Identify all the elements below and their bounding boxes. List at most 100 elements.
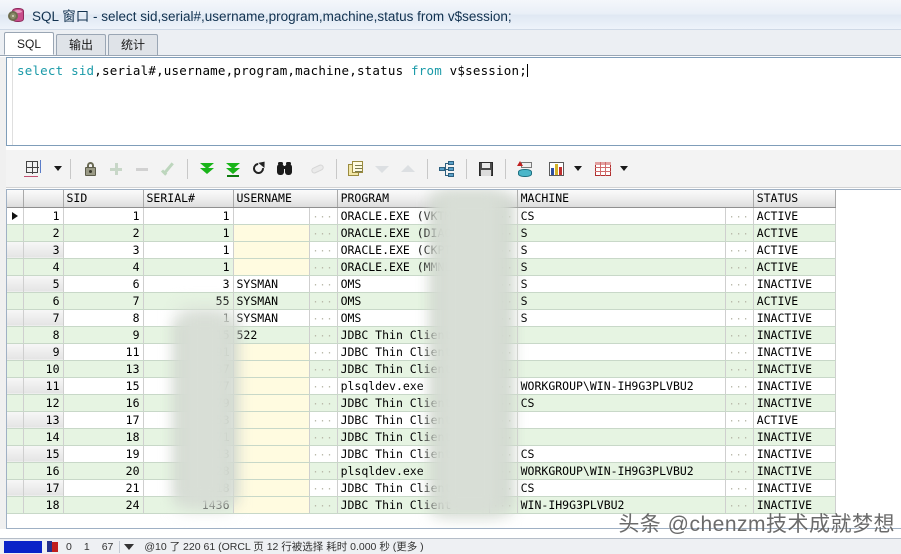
- cell-serial[interactable]: 31179: [143, 394, 234, 412]
- row-number[interactable]: 1: [23, 207, 64, 225]
- rownum-header[interactable]: [23, 190, 64, 208]
- cell-machine[interactable]: CS: [517, 394, 726, 412]
- grid-corner[interactable]: [7, 190, 24, 208]
- row-indicator[interactable]: [7, 326, 24, 344]
- row-indicator[interactable]: [7, 360, 24, 378]
- cell-machine-overflow[interactable]: ···: [725, 343, 754, 361]
- row-number[interactable]: 17: [23, 479, 64, 497]
- cell-username[interactable]: [233, 411, 310, 429]
- cell-serial[interactable]: 1: [143, 258, 234, 276]
- cell-machine-overflow[interactable]: ···: [725, 241, 754, 259]
- cell-serial[interactable]: 3971: [143, 428, 234, 446]
- column-header-program[interactable]: PROGRAM: [337, 190, 518, 208]
- grid-size-dropdown[interactable]: [50, 156, 64, 182]
- cell-program[interactable]: plsqldev.exe: [337, 462, 490, 480]
- cell-username[interactable]: [233, 258, 310, 276]
- cell-program-overflow[interactable]: ···: [489, 343, 518, 361]
- row-indicator[interactable]: [7, 411, 24, 429]
- row-number[interactable]: 2: [23, 224, 64, 242]
- cell-program[interactable]: OMS: [337, 309, 490, 327]
- cell-program[interactable]: ORACLE.EXE (CKPT): [337, 241, 490, 259]
- chart-button[interactable]: [544, 156, 570, 182]
- cell-username[interactable]: [233, 462, 310, 480]
- cell-status[interactable]: INACTIVE: [753, 377, 836, 395]
- cell-machine-overflow[interactable]: ···: [725, 445, 754, 463]
- cell-username-overflow[interactable]: ···: [309, 394, 338, 412]
- cell-program-overflow[interactable]: ···: [489, 241, 518, 259]
- cell-program[interactable]: JDBC Thin Client: [337, 479, 490, 497]
- cell-username-overflow[interactable]: ···: [309, 241, 338, 259]
- cell-serial[interactable]: 1: [143, 309, 234, 327]
- cell-username[interactable]: [233, 224, 310, 242]
- cell-username-overflow[interactable]: ···: [309, 258, 338, 276]
- cell-machine-overflow[interactable]: ···: [725, 360, 754, 378]
- cell-username[interactable]: [233, 343, 310, 361]
- cell-sid[interactable]: 16: [63, 394, 144, 412]
- cell-username[interactable]: [233, 207, 310, 225]
- cell-username-overflow[interactable]: ···: [309, 496, 338, 514]
- row-number[interactable]: 12: [23, 394, 64, 412]
- row-indicator[interactable]: [7, 309, 24, 327]
- cell-sid[interactable]: 18: [63, 428, 144, 446]
- cell-program[interactable]: plsqldev.exe: [337, 377, 490, 395]
- cell-username-overflow[interactable]: ···: [309, 445, 338, 463]
- cell-username[interactable]: [233, 241, 310, 259]
- cell-serial[interactable]: 3: [143, 275, 234, 293]
- cell-username[interactable]: [233, 496, 310, 514]
- cell-sid[interactable]: 20: [63, 462, 144, 480]
- cell-program[interactable]: JDBC Thin Client: [337, 445, 490, 463]
- table-row[interactable]: 14 18 3971 ··· JDBC Thin Client ··· ··· INACTIV…: [7, 428, 836, 446]
- cell-username[interactable]: [233, 479, 310, 497]
- cell-status[interactable]: INACTIVE: [753, 428, 836, 446]
- cell-serial[interactable]: 41637: [143, 360, 234, 378]
- copy-to-clipboard-button[interactable]: [343, 156, 369, 182]
- cell-sid[interactable]: 9: [63, 326, 144, 344]
- cell-program[interactable]: JDBC Thin Client: [337, 411, 490, 429]
- cell-username-overflow[interactable]: ···: [309, 360, 338, 378]
- table-row[interactable]: 16 20 128 ··· plsqldev.exe ··· WORKGROUP\WIN-I…: [7, 462, 836, 480]
- cell-program[interactable]: JDBC Thin Client: [337, 394, 490, 412]
- cell-serial[interactable]: 1: [143, 241, 234, 259]
- cell-serial[interactable]: 1: [143, 207, 234, 225]
- cell-serial[interactable]: 50415: [143, 326, 234, 344]
- cell-machine-overflow[interactable]: ···: [725, 377, 754, 395]
- cell-username-overflow[interactable]: ···: [309, 377, 338, 395]
- save-button[interactable]: [473, 156, 499, 182]
- cell-machine-overflow[interactable]: ···: [725, 292, 754, 310]
- cell-status[interactable]: INACTIVE: [753, 360, 836, 378]
- cell-program[interactable]: OMS: [337, 275, 490, 293]
- row-number[interactable]: 15: [23, 445, 64, 463]
- row-indicator[interactable]: [7, 479, 24, 497]
- results-grid[interactable]: SID SERIAL# USERNAME PROGRAM MACHINE STA…: [6, 189, 901, 529]
- row-indicator[interactable]: [7, 258, 24, 276]
- row-indicator[interactable]: [7, 496, 24, 514]
- cell-machine-overflow[interactable]: ···: [725, 258, 754, 276]
- cell-serial[interactable]: 1: [143, 224, 234, 242]
- row-number[interactable]: 13: [23, 411, 64, 429]
- cell-machine[interactable]: S: [517, 292, 726, 310]
- table-row[interactable]: 7 8 1 SYSMAN ··· OMS ··· S ··· INACTIVE: [7, 309, 836, 327]
- row-number[interactable]: 10: [23, 360, 64, 378]
- row-number[interactable]: 3: [23, 241, 64, 259]
- cell-sid[interactable]: 19: [63, 445, 144, 463]
- cell-program-overflow[interactable]: ···: [489, 207, 518, 225]
- cell-username[interactable]: 522: [233, 326, 310, 344]
- cell-machine[interactable]: [517, 326, 726, 344]
- cell-username[interactable]: SYSMAN: [233, 292, 310, 310]
- cell-program-overflow[interactable]: ···: [489, 224, 518, 242]
- cell-username-overflow[interactable]: ···: [309, 309, 338, 327]
- row-indicator[interactable]: [7, 224, 24, 242]
- cell-status[interactable]: ACTIVE: [753, 241, 836, 259]
- row-number[interactable]: 14: [23, 428, 64, 446]
- cell-program-overflow[interactable]: ···: [489, 360, 518, 378]
- explain-plan-button[interactable]: [434, 156, 460, 182]
- row-indicator[interactable]: [7, 394, 24, 412]
- cell-program-overflow[interactable]: ···: [489, 479, 518, 497]
- cell-serial[interactable]: 2113: [143, 445, 234, 463]
- table-row[interactable]: 6 7 55 SYSMAN ··· OMS ··· S ··· ACTIVE: [7, 292, 836, 310]
- refresh-button[interactable]: [246, 156, 272, 182]
- row-number[interactable]: 16: [23, 462, 64, 480]
- row-number[interactable]: 8: [23, 326, 64, 344]
- cell-program[interactable]: ORACLE.EXE (VKTM): [337, 207, 490, 225]
- cell-username-overflow[interactable]: ···: [309, 224, 338, 242]
